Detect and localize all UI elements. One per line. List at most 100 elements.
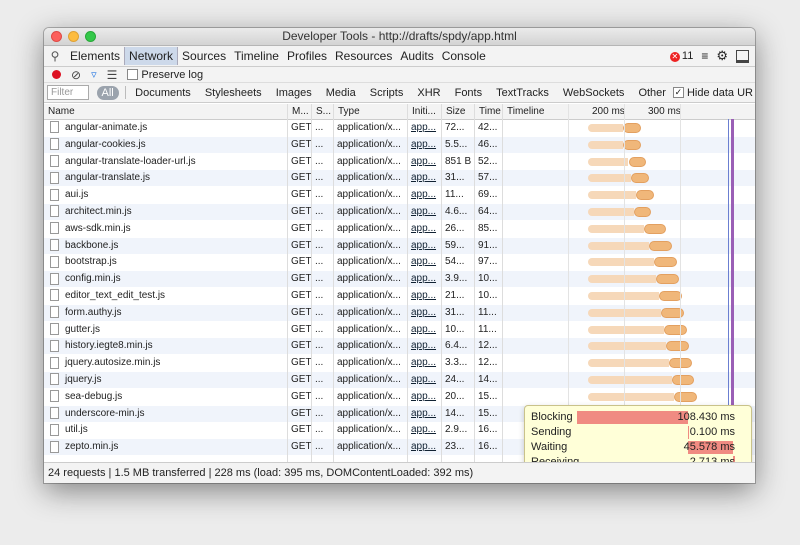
status-bar: 24 requests | 1.5 MB transferred | 228 m… <box>44 462 755 483</box>
table-row[interactable]: sea-debug.js GET... application/x... app...… <box>44 388 755 405</box>
tab-console[interactable]: Console <box>438 47 490 65</box>
filter-other[interactable]: Other <box>631 87 673 99</box>
table-row[interactable]: jquery.js GET... application/x... app... 24.… <box>44 372 755 388</box>
filter-funnel-icon[interactable]: ▿ <box>91 68 97 81</box>
name-cell: editor_text_edit_test.js <box>44 288 287 304</box>
close-window-button[interactable] <box>51 31 62 42</box>
request-name: jquery.autosize.min.js <box>65 357 161 369</box>
request-initiator[interactable]: app... <box>407 338 441 354</box>
zoom-window-button[interactable] <box>85 31 96 42</box>
file-icon <box>50 272 59 285</box>
col-status[interactable]: S... <box>311 104 333 119</box>
filter-xhr[interactable]: XHR <box>410 87 447 99</box>
tab-network[interactable]: Network <box>124 47 179 65</box>
name-cell: architect.min.js <box>44 204 287 220</box>
col-size[interactable]: Size <box>441 104 474 119</box>
tab-timeline[interactable]: Timeline <box>230 47 283 65</box>
timing-value: 0.100 ms <box>689 426 735 438</box>
request-name: util.js <box>65 424 88 436</box>
request-initiator[interactable]: app... <box>407 271 441 287</box>
request-initiator[interactable]: app... <box>407 170 441 186</box>
dock-icon[interactable] <box>736 49 749 63</box>
table-row[interactable]: jquery.autosize.min.js GET... application/… <box>44 355 755 372</box>
tab-sources[interactable]: Sources <box>178 47 230 65</box>
waterfall-waiting-bar <box>588 157 629 166</box>
request-method: GET <box>291 222 311 234</box>
tab-resources[interactable]: Resources <box>331 47 396 65</box>
request-initiator[interactable]: app... <box>407 389 441 405</box>
col-initiator[interactable]: Initi... <box>407 104 441 119</box>
table-row[interactable]: angular-cookies.js GET... application/x...… <box>44 136 755 153</box>
table-row[interactable]: form.authy.js GET... application/x... app..… <box>44 304 755 321</box>
col-name[interactable]: Name <box>44 104 287 119</box>
request-initiator[interactable]: app... <box>407 238 441 254</box>
request-initiator[interactable]: app... <box>407 372 441 388</box>
clear-icon[interactable]: ⊘ <box>71 68 81 82</box>
request-initiator[interactable]: app... <box>407 406 441 422</box>
request-initiator[interactable]: app... <box>407 154 441 170</box>
request-initiator[interactable]: app... <box>407 422 441 438</box>
waterfall-waiting-bar <box>588 392 675 401</box>
request-size: 14... <box>445 407 465 419</box>
table-row[interactable]: aws-sdk.min.js GET... application/x... app.… <box>44 220 755 237</box>
tab-audits[interactable]: Audits <box>396 47 437 65</box>
request-initiator[interactable]: app... <box>407 120 441 136</box>
filter-media[interactable]: Media <box>319 87 363 99</box>
table-row[interactable]: history.iegte8.min.js GET... application/x… <box>44 338 755 355</box>
table-row[interactable]: aui.js GET... application/x... app... 11... 6… <box>44 187 755 204</box>
file-icon <box>50 205 59 218</box>
filter-scripts[interactable]: Scripts <box>363 87 411 99</box>
table-row[interactable]: angular-animate.js GET... application/x...… <box>44 120 755 136</box>
table-row[interactable]: architect.min.js GET... application/x... ap… <box>44 204 755 220</box>
col-type[interactable]: Type <box>333 104 407 119</box>
settings-gear-icon[interactable]: ⚙ <box>716 48 728 64</box>
table-row[interactable]: backbone.js GET... application/x... app... 5… <box>44 237 755 254</box>
request-initiator[interactable]: app... <box>407 254 441 270</box>
request-name: angular-animate.js <box>65 122 148 133</box>
error-count: 11 <box>681 50 694 62</box>
table-row[interactable]: angular-translate-loader-url.js GET... app… <box>44 153 755 170</box>
table-row[interactable]: config.min.js GET... application/x... app..… <box>44 271 755 288</box>
console-drawer-icon[interactable]: ≡ <box>701 49 708 63</box>
timing-label: Receiving <box>531 456 580 462</box>
request-initiator[interactable]: app... <box>407 187 441 203</box>
tab-elements[interactable]: Elements <box>66 47 124 65</box>
request-initiator[interactable]: app... <box>407 288 441 304</box>
col-time[interactable]: Time <box>474 104 502 119</box>
filter-texttracks[interactable]: TextTracks <box>489 87 556 99</box>
request-initiator[interactable]: app... <box>407 439 441 455</box>
minimize-window-button[interactable] <box>68 31 79 42</box>
record-icon[interactable] <box>52 70 61 79</box>
filter-websockets[interactable]: WebSockets <box>556 87 632 99</box>
tab-profiles[interactable]: Profiles <box>283 47 331 65</box>
request-time: 10... <box>478 273 498 285</box>
preserve-log-checkbox[interactable]: Preserve log <box>127 69 203 81</box>
timing-label: Waiting <box>531 441 568 453</box>
request-type: application/x... <box>337 390 401 402</box>
request-initiator[interactable]: app... <box>407 137 441 153</box>
list-view-icon[interactable]: ☰ <box>107 68 118 82</box>
col-method[interactable]: M... <box>287 104 311 119</box>
table-row[interactable]: gutter.js GET... application/x... app... 10.… <box>44 321 755 338</box>
request-type: application/x... <box>337 306 401 318</box>
request-initiator[interactable]: app... <box>407 322 441 338</box>
filter-images[interactable]: Images <box>269 87 319 99</box>
filter-documents[interactable]: Documents <box>128 87 198 99</box>
request-initiator[interactable]: app... <box>407 221 441 237</box>
table-row[interactable]: bootstrap.js GET... application/x... app...… <box>44 254 755 271</box>
request-initiator[interactable]: app... <box>407 204 441 220</box>
error-counter[interactable]: ✕ 11 <box>669 50 694 62</box>
col-timeline[interactable]: Timeline <box>502 104 755 119</box>
request-initiator[interactable]: app... <box>407 355 441 371</box>
request-method: GET <box>291 239 311 251</box>
filter-fonts[interactable]: Fonts <box>448 87 490 99</box>
table-row[interactable]: angular-translate.js GET... application/x.… <box>44 170 755 187</box>
request-initiator[interactable]: app... <box>407 305 441 321</box>
timing-tooltip: Blocking 108.430 ms Sending 0.100 ms Waiting… <box>524 405 752 462</box>
filter-input[interactable]: Filter <box>47 85 89 100</box>
filter-all-button[interactable]: All <box>96 85 119 100</box>
hide-data-urls-checkbox[interactable]: ✓ Hide data UR <box>672 87 755 99</box>
search-icon[interactable]: ⚲ <box>44 49 66 63</box>
filter-stylesheets[interactable]: Stylesheets <box>198 87 269 99</box>
table-row[interactable]: editor_text_edit_test.js GET... applicatio… <box>44 288 755 304</box>
